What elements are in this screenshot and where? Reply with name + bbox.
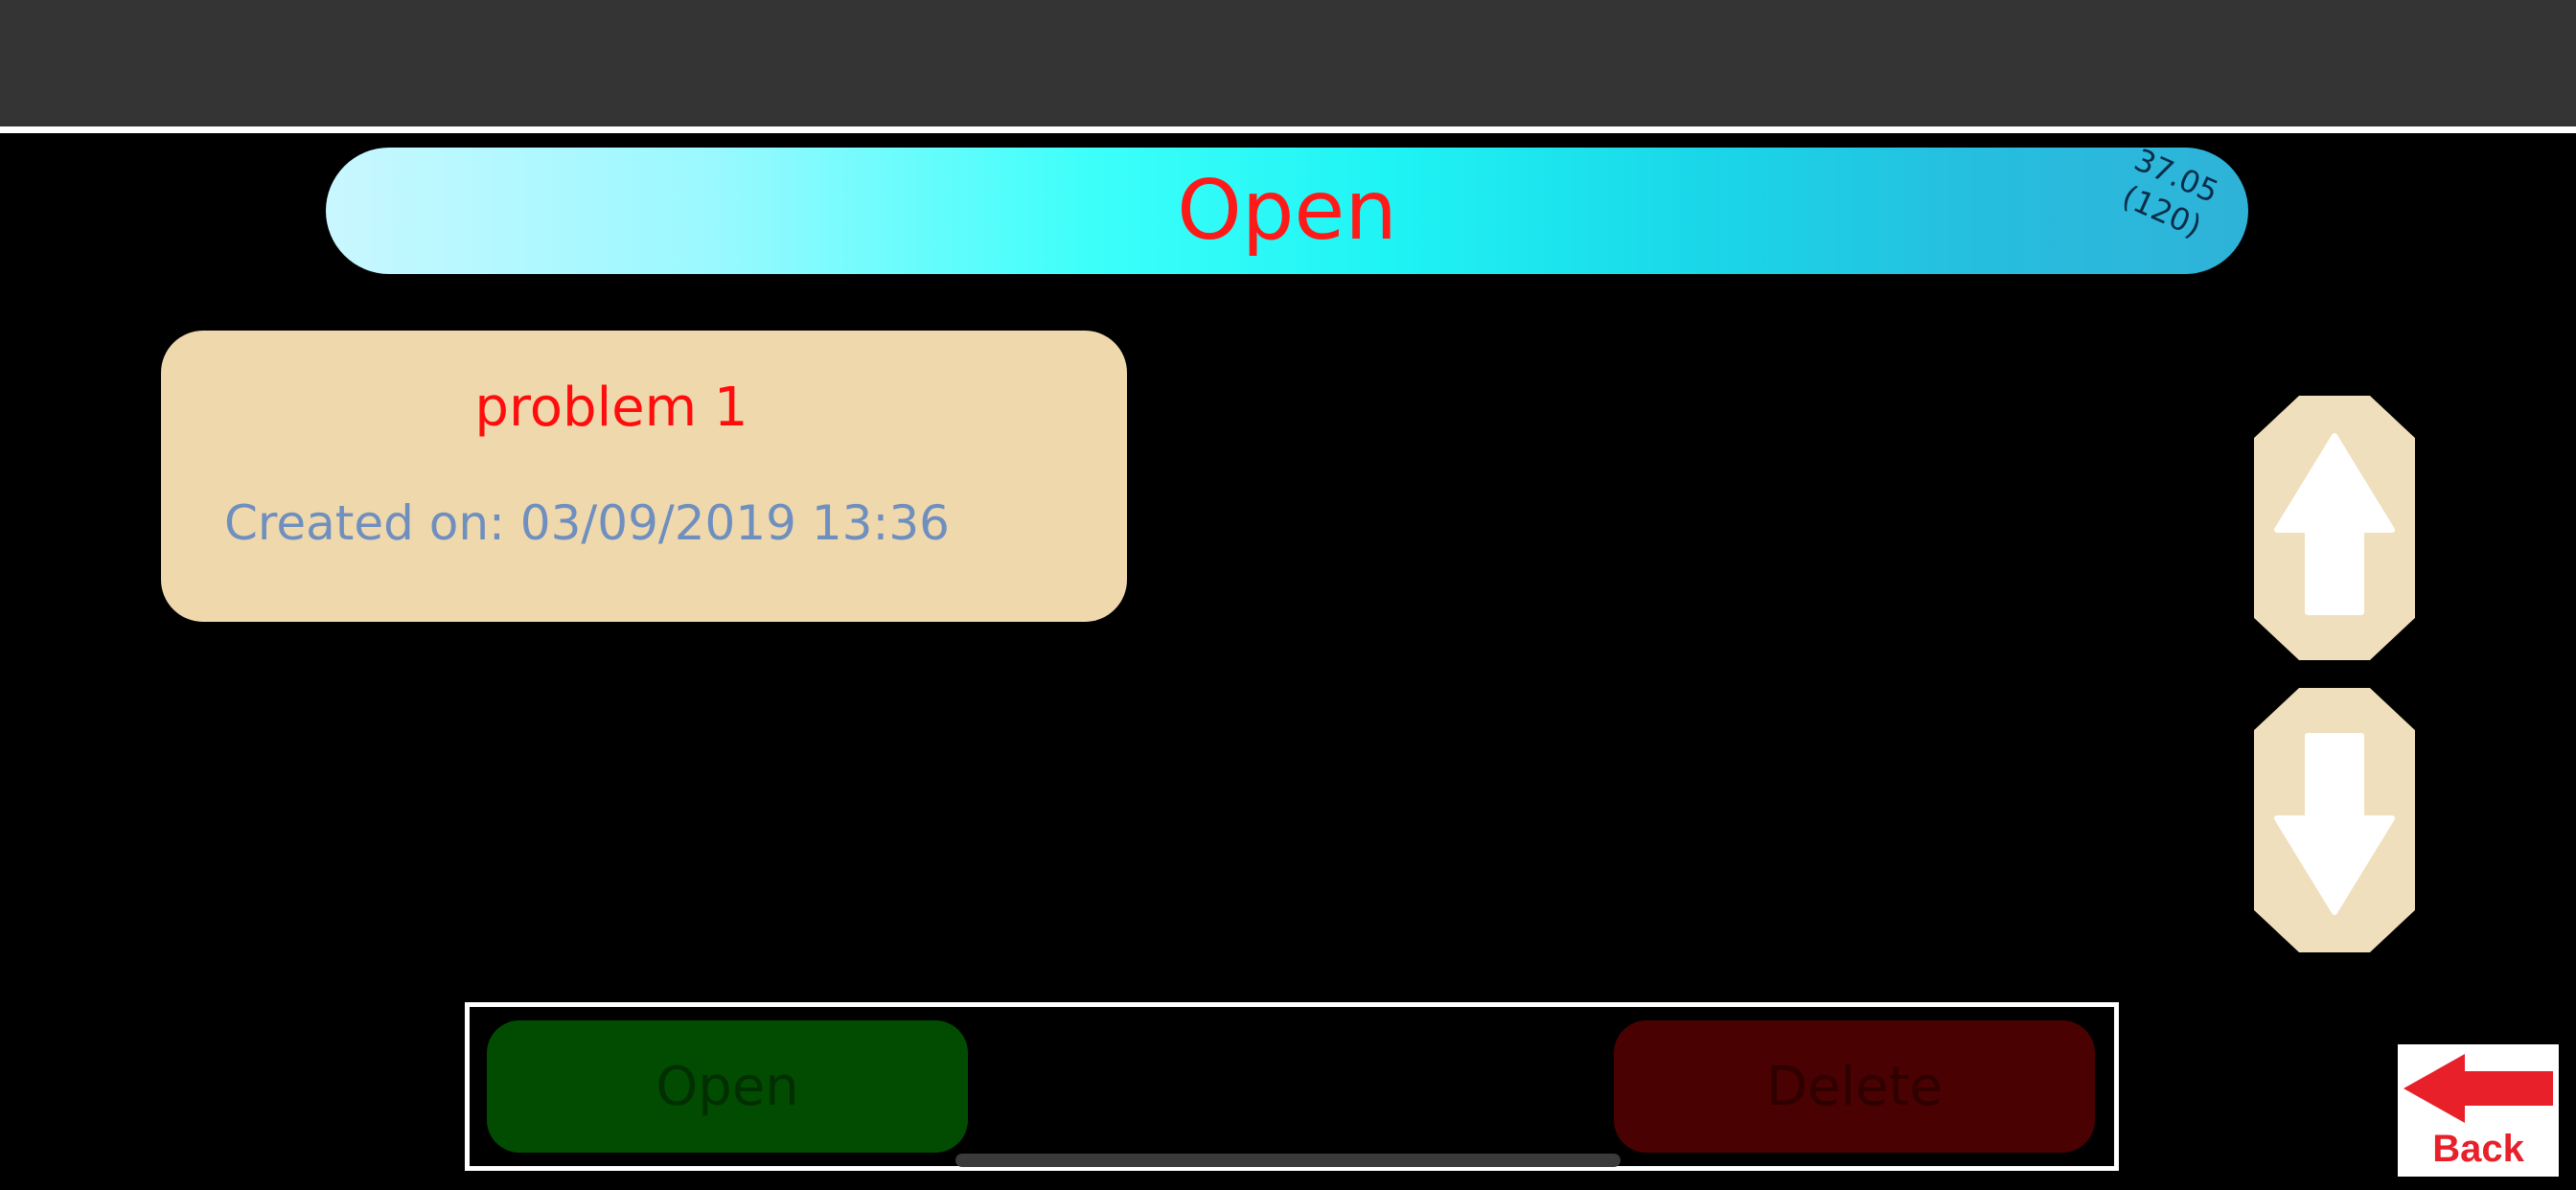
action-bar: Open Delete xyxy=(465,1002,2119,1171)
list-item[interactable]: problem 1 Created on: 03/09/2019 13:36 xyxy=(161,331,1127,622)
stamp-logo: 37.05 (120) xyxy=(2101,141,2244,274)
open-button[interactable]: Open xyxy=(487,1020,968,1153)
scroll-down-button[interactable] xyxy=(2254,688,2415,952)
app-screen: Open 37.05 (120) problem 1 Created on: 0… xyxy=(0,0,2576,1190)
arrow-down-icon xyxy=(2274,733,2395,915)
arrow-up-icon xyxy=(2274,433,2395,615)
home-indicator xyxy=(955,1154,1621,1167)
top-bar xyxy=(0,0,2576,133)
scroll-up-button[interactable] xyxy=(2254,396,2415,660)
item-title: problem 1 xyxy=(474,377,748,439)
item-created-date: Created on: 03/09/2019 13:36 xyxy=(224,495,950,551)
arrow-left-icon xyxy=(2404,1054,2553,1123)
page-title: Open xyxy=(1177,163,1397,259)
title-banner: Open 37.05 (120) xyxy=(326,141,2248,274)
delete-button[interactable]: Delete xyxy=(1614,1020,2095,1153)
back-button[interactable]: Back xyxy=(2398,1044,2559,1177)
back-label: Back xyxy=(2432,1128,2524,1170)
